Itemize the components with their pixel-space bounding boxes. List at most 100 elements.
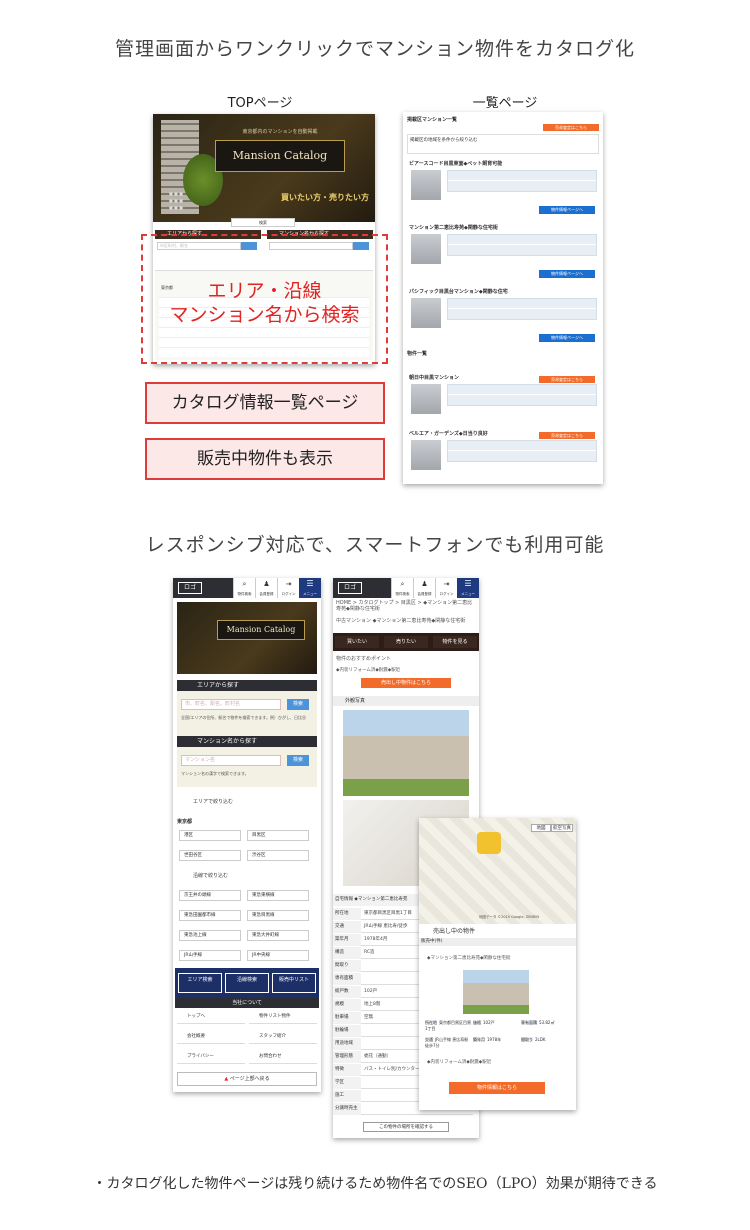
- area-search-button[interactable]: 検索: [287, 699, 309, 710]
- search-button[interactable]: 検索: [231, 218, 295, 227]
- spec-key: 価格: [473, 1020, 481, 1025]
- name-search-button[interactable]: 検索: [287, 755, 309, 766]
- spec-key: 専有面積: [521, 1020, 537, 1025]
- area-search-nav-button[interactable]: エリア検索: [178, 973, 222, 993]
- ward-item[interactable]: 目黒区: [247, 830, 309, 841]
- menu-icon[interactable]: ☰ メニュー: [457, 578, 479, 598]
- list-section-title: 物件一覧: [407, 351, 428, 357]
- confirm-location-button[interactable]: この物件の場所を確認する: [363, 1122, 449, 1132]
- responsive-heading: レスポンシブ対応で、スマートフォンでも利用可能: [145, 534, 605, 556]
- sale-section-title: 売出し中の物件: [433, 928, 476, 935]
- phone-map-screenshot: 地図 航空写真 地図データ ©2019 Google, ZENRIN 売出し中の…: [419, 818, 576, 1110]
- spec-cell: 築年月 1978年: [473, 1037, 519, 1043]
- name-search-panel: マンション名 検索 マンション名の漢字で検索できます。: [177, 747, 317, 787]
- list-item[interactable]: パシフィック目黒台マンション◆閑静な住宅 物件情報ページへ: [409, 288, 599, 342]
- line-search-nav-button[interactable]: 沿線検索: [225, 973, 269, 993]
- line-item[interactable]: JR中央線: [247, 950, 309, 961]
- sale-point-text: ◆内装リフォーム済◆耐震◆駅近: [427, 1060, 492, 1065]
- property-table: [447, 298, 597, 320]
- spec-cell: 専有面積 53.82㎡: [521, 1020, 567, 1026]
- line-item[interactable]: 東急池上線: [179, 930, 241, 941]
- detail-button[interactable]: 物件情報ページへ: [539, 206, 595, 214]
- exterior-photo[interactable]: [343, 710, 469, 796]
- ward-item[interactable]: 港区: [179, 830, 241, 841]
- site-link[interactable]: 物件リスト物件: [249, 1010, 317, 1024]
- map-tab-satellite[interactable]: 航空写真: [551, 824, 573, 832]
- site-link[interactable]: 会社概要: [177, 1030, 245, 1044]
- table-key: 築年月: [333, 934, 361, 946]
- property-photo: [411, 170, 441, 200]
- line-item[interactable]: 東急大井町線: [247, 930, 309, 941]
- sell-button[interactable]: 売却査定はこちら: [539, 376, 595, 383]
- list-item[interactable]: マンション第二恵比寿苑◆閑静な住宅街 物件情報ページへ: [409, 224, 599, 278]
- logo[interactable]: ロゴ: [178, 582, 202, 594]
- search-icon[interactable]: ⌕ 物件検索: [233, 578, 255, 598]
- back-to-top-button[interactable]: ▲ ページ上部へ戻る: [177, 1072, 317, 1086]
- spec-key: 交通: [425, 1037, 433, 1042]
- list-item[interactable]: 朝日中目黒マンション 売却査定はこちら: [409, 374, 599, 414]
- user-icon[interactable]: ♟ 会員登録: [413, 578, 435, 598]
- tab-sell[interactable]: 売りたい: [384, 636, 428, 648]
- map-view[interactable]: 地図 航空写真 地図データ ©2019 Google, ZENRIN: [419, 818, 576, 924]
- spec-value: 102戸: [483, 1020, 495, 1025]
- table-key: 管理形態: [333, 1051, 361, 1063]
- area-help: 全国/エリアの住所、駅名で物件を検索できます。例）ひがし、日比谷: [181, 715, 306, 720]
- list-item[interactable]: ベルエア・ガーデンズ◆日当り良好 売却査定はこちら: [409, 430, 599, 470]
- line-item[interactable]: 東急目黒線: [247, 910, 309, 921]
- list-sell-button[interactable]: 売却査定はこちら: [543, 124, 599, 131]
- property-photo: [411, 298, 441, 328]
- ward-item[interactable]: 渋谷区: [247, 850, 309, 861]
- menu-icon[interactable]: ☰ メニュー: [299, 578, 321, 598]
- sale-button[interactable]: 売出し中物件はこちら: [361, 678, 451, 688]
- hero-catch: 買いたい方・売りたい方: [281, 193, 369, 202]
- table-value: [361, 1093, 364, 1098]
- site-link[interactable]: トップへ: [177, 1010, 245, 1024]
- area-input[interactable]: 市、町名、駅名、町村名: [181, 699, 281, 710]
- list-item[interactable]: ビアースコード目黒東面◆ペット飼育可能 物件情報ページへ: [409, 160, 599, 214]
- login-icon[interactable]: ⇥ ログイン: [435, 578, 457, 598]
- for-sale-nav-button[interactable]: 販売中リスト: [272, 973, 316, 993]
- name-input[interactable]: マンション名: [181, 755, 281, 766]
- sale-property-title: ◆マンション第二恵比寿苑◆閑静な住宅街: [427, 956, 511, 961]
- table-value: [361, 1080, 364, 1085]
- spec-value: 1978年: [487, 1037, 502, 1042]
- sale-subhead: 販売中(件): [419, 938, 576, 946]
- map-credit: 地図データ ©2019 Google, ZENRIN: [479, 915, 540, 919]
- sell-button[interactable]: 売却査定はこちら: [539, 432, 595, 439]
- site-link[interactable]: お問合わせ: [249, 1050, 317, 1064]
- tokyo-label: 東京都: [177, 819, 193, 825]
- detail-button[interactable]: 物件情報ページへ: [539, 334, 595, 342]
- site-link[interactable]: スタッフ紹介: [249, 1030, 317, 1044]
- sale-detail-button[interactable]: 物件情報はこちら: [449, 1082, 545, 1094]
- map-marker-icon[interactable]: [477, 832, 501, 854]
- table-key: 間取り: [333, 960, 361, 972]
- list-header: 掲載区マンション一覧: [407, 117, 458, 123]
- login-icon[interactable]: ⇥ ログイン: [277, 578, 299, 598]
- tab-view[interactable]: 物件を見る: [433, 636, 477, 648]
- user-icon[interactable]: ♟ 会員登録: [255, 578, 277, 598]
- phone2-tabs: 買いたい 売りたい 物件を見る: [333, 633, 479, 651]
- table-value: 東京都目黒区目黒1丁目: [364, 911, 412, 916]
- site-link[interactable]: プライバシー: [177, 1050, 245, 1064]
- property-photo: [411, 440, 441, 470]
- map-tab-map[interactable]: 地図: [531, 824, 551, 832]
- sale-property-photo[interactable]: [463, 970, 529, 1014]
- main-heading: 管理画面からワンクリックでマンション物件をカタログ化: [114, 38, 635, 60]
- search-icon[interactable]: ⌕ 物件検索: [391, 578, 413, 598]
- table-value: [361, 1041, 364, 1046]
- phone-catalog-logo: Mansion Catalog: [217, 620, 305, 640]
- ward-item[interactable]: 世田谷区: [179, 850, 241, 861]
- detail-button[interactable]: 物件情報ページへ: [539, 270, 595, 278]
- breadcrumb[interactable]: HOME > カタログトップ > 目黒区 > ◆マンション第二恵比寿苑◆閑静な住…: [336, 600, 476, 612]
- spec-key: 所在地: [425, 1020, 437, 1025]
- logo[interactable]: ロゴ: [338, 582, 362, 594]
- line-item[interactable]: JR山手線: [179, 950, 241, 961]
- spec-cell: 交通 JR山手線 恵比寿駅 徒歩7分: [425, 1037, 471, 1049]
- tab-buy[interactable]: 買いたい: [335, 636, 379, 648]
- line-item[interactable]: 京王井の頭線: [179, 890, 241, 901]
- for-sale-callout: 販売中物件も表示: [145, 438, 385, 480]
- line-item[interactable]: 東急田園都市線: [179, 910, 241, 921]
- site-title: 当社について: [175, 998, 319, 1008]
- point-text: ◆内装リフォーム済◆耐震◆駅近: [336, 668, 401, 673]
- line-item[interactable]: 東急東横線: [247, 890, 309, 901]
